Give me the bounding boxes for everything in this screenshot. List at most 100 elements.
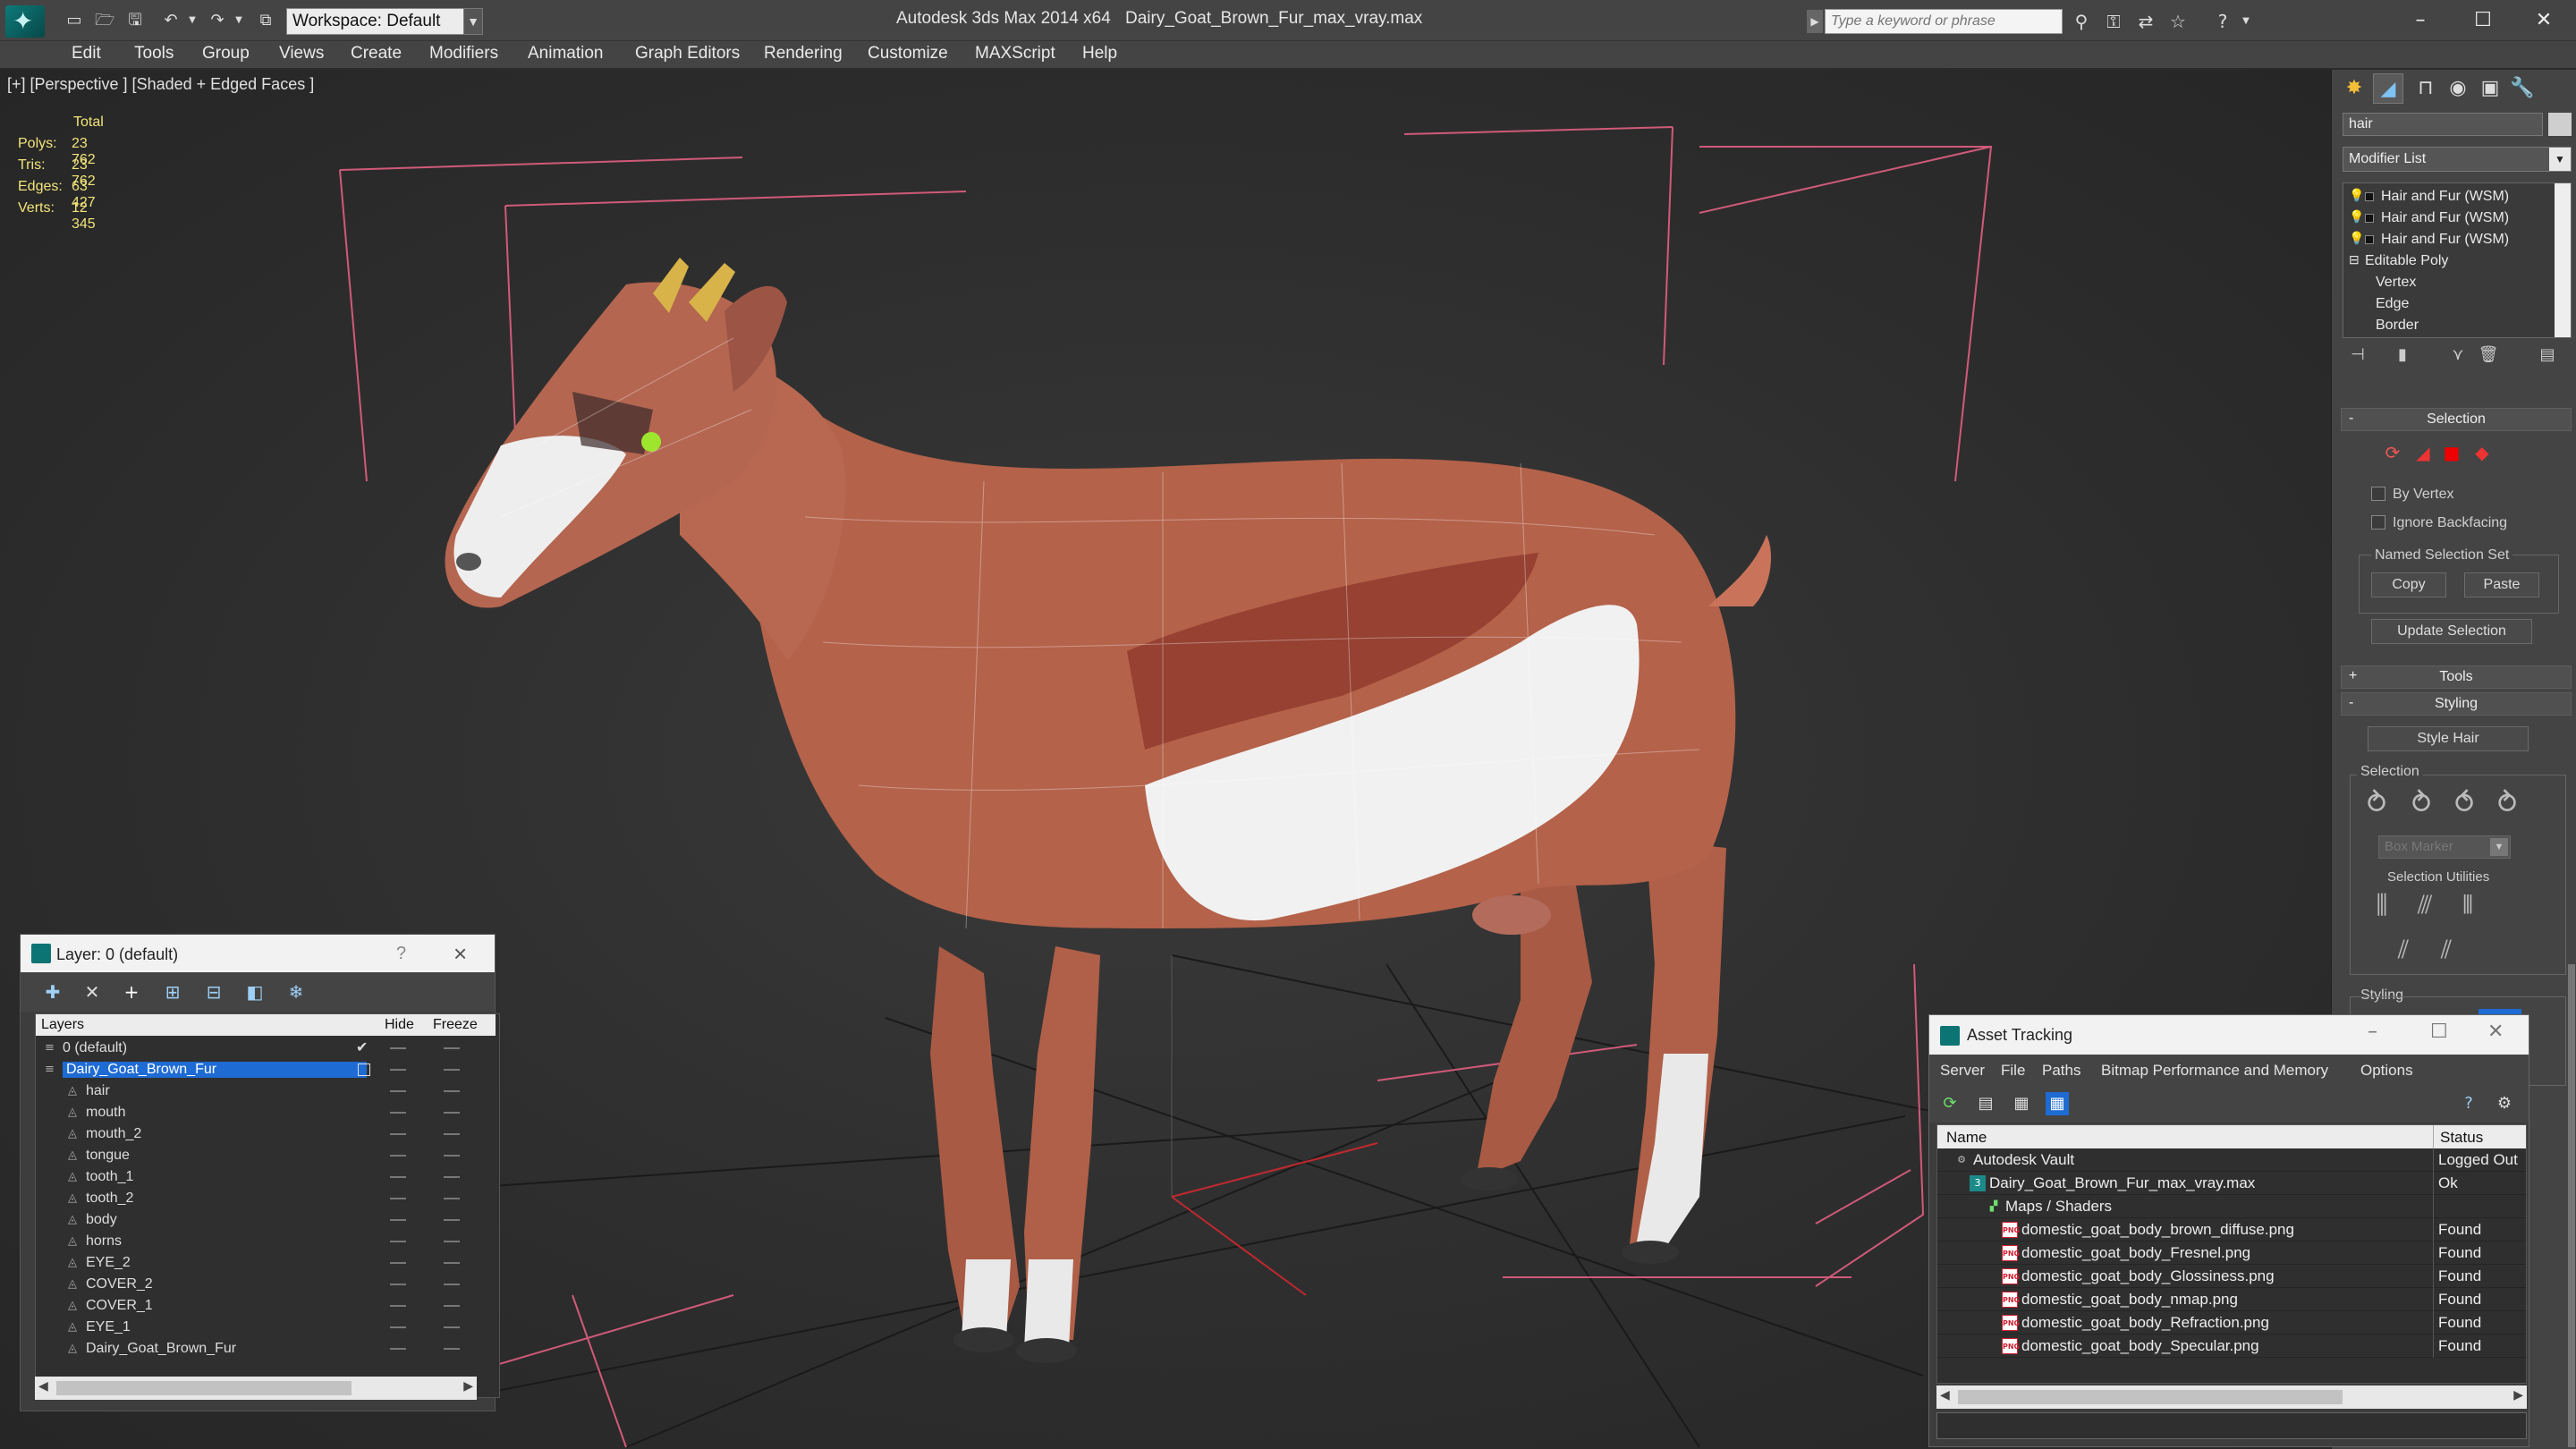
freeze-toggle[interactable]: [444, 1176, 460, 1178]
layer-row[interactable]: ◬ horns: [36, 1231, 496, 1252]
hide-toggle[interactable]: [390, 1112, 406, 1114]
stack-item[interactable]: 💡 Hair and Fur (WSM): [2349, 187, 2546, 208]
face-select-icon[interactable]: ◢: [2412, 442, 2434, 463]
modifier-toggle[interactable]: [2365, 214, 2374, 223]
maximize-button[interactable]: ☐: [2456, 4, 2510, 38]
freeze-toggle[interactable]: [444, 1262, 460, 1264]
asset-horizontal-scrollbar[interactable]: ◀ ▶: [1936, 1385, 2527, 1409]
thumbnail-view-icon[interactable]: ▦: [2010, 1092, 2033, 1115]
freeze-all-icon[interactable]: ❄: [284, 981, 309, 1003]
hide-toggle[interactable]: [390, 1198, 406, 1199]
new-layer-icon[interactable]: ✚: [40, 981, 65, 1003]
styling-rollout-header[interactable]: - Styling: [2341, 692, 2572, 716]
delete-layer-icon[interactable]: ✕: [80, 981, 105, 1003]
copy-button[interactable]: Copy: [2371, 572, 2446, 597]
asset-status-field[interactable]: [1936, 1412, 2527, 1439]
list-view-icon[interactable]: ▤: [1974, 1092, 1997, 1115]
redo-icon[interactable]: ↷: [208, 11, 227, 30]
minimize-button[interactable]: –: [2394, 4, 2447, 38]
layer-row[interactable]: ◬ tongue: [36, 1145, 496, 1166]
minimize-icon[interactable]: –: [2368, 1021, 2377, 1043]
select-hair-invert-icon[interactable]: ⥁: [2489, 785, 2525, 821]
expand-icon[interactable]: ⊟: [2349, 252, 2360, 267]
hide-all-icon[interactable]: ◧: [242, 981, 267, 1003]
freeze-toggle[interactable]: [444, 1090, 460, 1092]
remove-modifier-icon[interactable]: 🗑: [2477, 345, 2500, 369]
hide-toggle[interactable]: [390, 1176, 406, 1178]
asset-row[interactable]: ▞ Maps / Shaders: [1937, 1195, 2526, 1218]
scroll-left-icon[interactable]: ◀: [1940, 1387, 1950, 1402]
scroll-right-icon[interactable]: ▶: [2513, 1387, 2523, 1402]
make-unique-icon[interactable]: ⋎: [2446, 345, 2470, 369]
binoculars-icon[interactable]: ⚲: [2070, 11, 2093, 32]
menu-help[interactable]: Help: [1082, 44, 1117, 64]
modifier-toggle[interactable]: [2365, 235, 2374, 244]
asset-row[interactable]: PNG domestic_goat_body_Glossiness.png Foun…: [1937, 1265, 2526, 1288]
stack-item[interactable]: Border: [2349, 316, 2546, 337]
vault-settings-icon[interactable]: ⚙: [2493, 1092, 2516, 1115]
workspace-menu-button[interactable]: ▼: [463, 8, 483, 35]
asset-row[interactable]: PNG domestic_goat_body_Refraction.png Foun…: [1937, 1311, 2526, 1335]
hide-toggle[interactable]: [390, 1219, 406, 1221]
current-layer-check-icon[interactable]: ✔: [356, 1038, 368, 1056]
paste-button[interactable]: Paste: [2464, 572, 2539, 597]
ignore-backfacing-checkbox[interactable]: [2371, 515, 2385, 530]
stack-item[interactable]: Vertex: [2349, 273, 2546, 294]
close-icon[interactable]: ✕: [2487, 1021, 2504, 1043]
column-layers[interactable]: Layers: [41, 1017, 84, 1033]
freeze-toggle[interactable]: [444, 1155, 460, 1157]
style-hair-button[interactable]: Style Hair: [2368, 726, 2529, 751]
menu-create[interactable]: Create: [351, 44, 402, 64]
star-icon[interactable]: ☆: [2166, 11, 2190, 32]
layer-row[interactable]: ◬ COVER_1: [36, 1295, 496, 1317]
by-vertex-checkbox[interactable]: [2371, 487, 2385, 501]
hide-toggle[interactable]: [390, 1241, 406, 1242]
asset-row[interactable]: PNG domestic_goat_body_Specular.png Found: [1937, 1335, 2526, 1358]
menu-graph-editors[interactable]: Graph Editors: [635, 44, 740, 64]
object-name-field[interactable]: [2343, 113, 2543, 136]
column-hide[interactable]: Hide: [385, 1017, 414, 1033]
object-color-swatch[interactable]: [2548, 113, 2572, 136]
stack-scrollbar[interactable]: [2555, 183, 2571, 337]
freeze-toggle[interactable]: [444, 1305, 460, 1307]
hide-toggle[interactable]: [390, 1348, 406, 1350]
utility-icon-5[interactable]: ⫽: [2428, 932, 2464, 968]
asset-menu-paths[interactable]: Paths: [2042, 1062, 2080, 1080]
asset-row[interactable]: PNG domestic_goat_body_Fresnel.png Found: [1937, 1241, 2526, 1265]
menu-rendering[interactable]: Rendering: [764, 44, 843, 64]
stack-item[interactable]: 💡 Hair and Fur (WSM): [2349, 230, 2546, 251]
hide-toggle[interactable]: [390, 1090, 406, 1092]
workspace-dropdown[interactable]: Workspace: Default ▼: [286, 8, 481, 35]
layer-row[interactable]: ◬ tooth_2: [36, 1188, 496, 1209]
help-icon[interactable]: ?: [2211, 11, 2234, 32]
modifier-list-dropdown[interactable]: Modifier List ▼: [2343, 147, 2572, 172]
asset-window-titlebar[interactable]: Asset Tracking – ☐ ✕: [1929, 1015, 2529, 1055]
hide-toggle[interactable]: [390, 1133, 406, 1135]
scrollbar-thumb[interactable]: [1958, 1390, 2343, 1404]
search-input[interactable]: [1825, 9, 2063, 34]
add-selection-icon[interactable]: +: [119, 981, 144, 1003]
guide-select-icon[interactable]: ⟳: [2382, 442, 2403, 463]
project-folder-icon[interactable]: ⧉: [256, 11, 275, 30]
hide-toggle[interactable]: [390, 1326, 406, 1328]
viewport-label[interactable]: [+] [Perspective ] [Shaded + Edged Faces…: [7, 75, 314, 94]
freeze-toggle[interactable]: [444, 1069, 460, 1071]
column-freeze[interactable]: Freeze: [433, 1017, 478, 1033]
select-objects-icon[interactable]: ⊞: [160, 981, 185, 1003]
menu-customize[interactable]: Customize: [868, 44, 948, 64]
utility-icon-2[interactable]: ⫻: [2407, 887, 2443, 923]
menu-maxscript[interactable]: MAXScript: [975, 44, 1055, 64]
redo-dropdown-icon[interactable]: ▼: [229, 11, 249, 30]
select-hair-icon[interactable]: ⥁: [2359, 785, 2394, 821]
undo-dropdown-icon[interactable]: ▼: [182, 11, 202, 30]
hide-toggle[interactable]: [390, 1284, 406, 1285]
scrollbar-thumb[interactable]: [56, 1381, 352, 1395]
layer-row[interactable]: ◬ EYE_1: [36, 1317, 496, 1338]
hide-toggle[interactable]: [390, 1305, 406, 1307]
layer-row[interactable]: ◬ body: [36, 1209, 496, 1231]
freeze-toggle[interactable]: [444, 1284, 460, 1285]
box-marker-dropdown[interactable]: Box Marker ▼: [2378, 835, 2511, 859]
stack-item[interactable]: ⊟ Editable Poly: [2349, 251, 2546, 273]
app-logo-icon[interactable]: ✦: [5, 5, 45, 38]
connect-icon[interactable]: ⇄: [2134, 11, 2157, 32]
